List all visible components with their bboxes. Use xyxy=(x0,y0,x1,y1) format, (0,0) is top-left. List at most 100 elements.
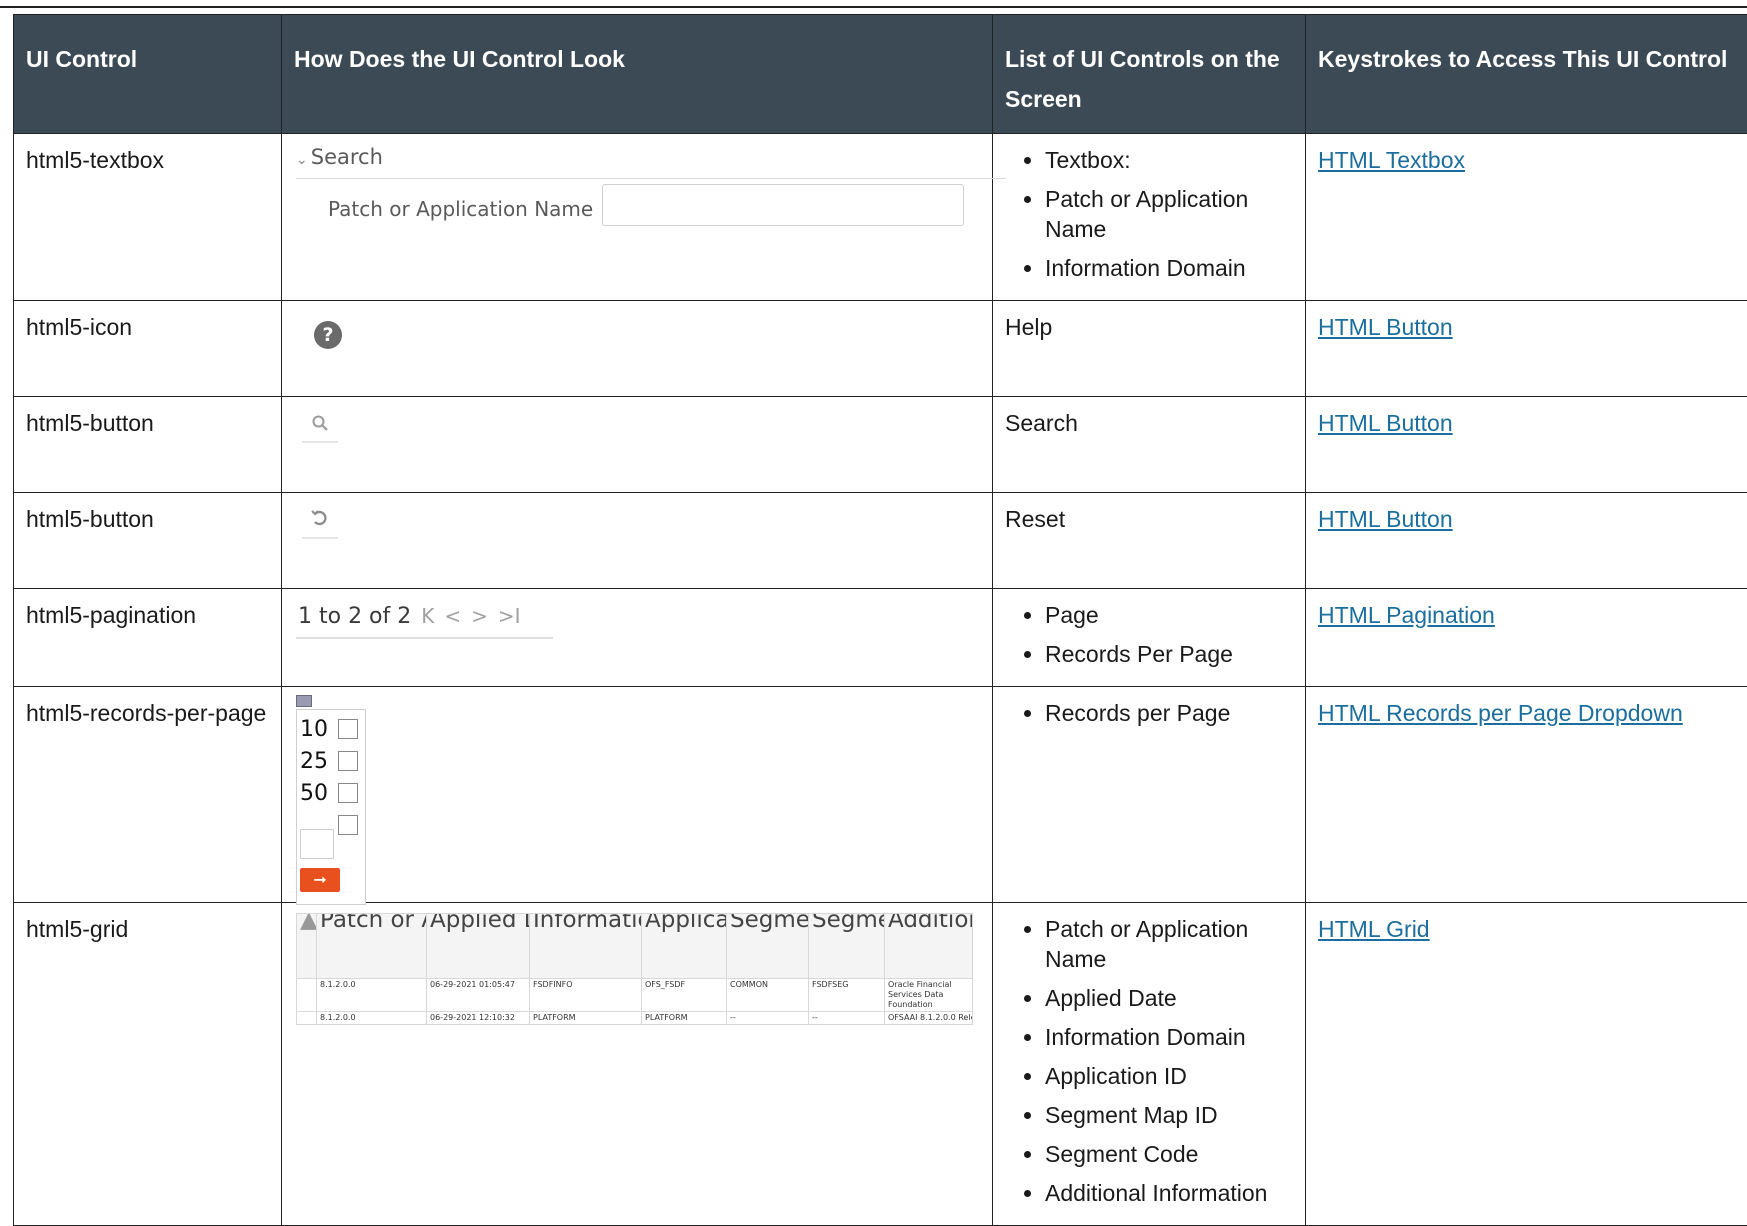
sort-icon: ▲ xyxy=(297,914,317,979)
grid-header-row: ▲ Patch or Application Name Applied Date… xyxy=(297,914,973,979)
grid-row-selector xyxy=(297,979,317,1012)
control-name: html5-grid xyxy=(14,903,282,1226)
grid-column-header: Information Domain xyxy=(530,914,642,979)
list-item: Information Domain xyxy=(1045,253,1293,283)
keystrokes-link[interactable]: HTML Button xyxy=(1318,506,1453,532)
grid-cell: Oracle Financial Services Data Foundatio… xyxy=(885,979,973,1012)
keystrokes-cell: HTML Button xyxy=(1306,397,1747,493)
prev-page-icon: < xyxy=(444,604,461,628)
keystrokes-cell: HTML Pagination xyxy=(1306,589,1747,687)
keystrokes-link[interactable]: HTML Button xyxy=(1318,410,1453,436)
control-name: html5-button xyxy=(14,397,282,493)
keystrokes-cell: HTML Textbox xyxy=(1306,134,1747,301)
grid-column-header: Application ID xyxy=(642,914,727,979)
search-icon xyxy=(302,411,338,443)
control-name: html5-pagination xyxy=(14,589,282,687)
list-item: Segment Code xyxy=(1045,1139,1293,1169)
option-checkbox xyxy=(338,815,358,835)
grid-cell: -- xyxy=(727,1012,809,1025)
option-label: 50 xyxy=(300,779,328,809)
grid-cell: 8.1.2.0.0 xyxy=(317,1012,427,1025)
pagination-bar: 1 to 2 of 2 K < > >I xyxy=(298,601,521,632)
list-item: Application ID xyxy=(1045,1061,1293,1091)
list-item: Patch or Application Name xyxy=(1045,914,1293,974)
table-row: html5-button Reset HTML Button xyxy=(14,493,1747,589)
grid-cell: PLATFORM xyxy=(642,1012,727,1025)
option-checkbox xyxy=(338,783,358,803)
table-row: html5-textbox ⌄Search Patch or Applicati… xyxy=(14,134,1747,301)
table-row: html5-icon ? Help HTML Button xyxy=(14,301,1747,397)
grid-cell: OFSAAI 8.1.2.0.0 Release xyxy=(885,1012,973,1025)
table-row: html5-button Search HTML Button xyxy=(14,397,1747,493)
top-rule xyxy=(0,6,1747,8)
header-look: How Does the UI Control Look xyxy=(282,15,993,134)
grid-cell: FSDFSEG xyxy=(809,979,885,1012)
grid-cell: COMMON xyxy=(727,979,809,1012)
look-cell: 10 25 50 ➞ xyxy=(282,687,993,903)
header-keystrokes: Keystrokes to Access This UI Control xyxy=(1306,15,1747,134)
control-name: html5-records-per-page xyxy=(14,687,282,903)
divider xyxy=(296,178,1006,179)
table-row: html5-pagination 1 to 2 of 2 K < > >I Page R… xyxy=(14,589,1747,687)
control-name: html5-textbox xyxy=(14,134,282,301)
grid-column-header: Applied Date xyxy=(427,914,530,979)
list-item: Page xyxy=(1045,600,1293,630)
list-item: Records per Page xyxy=(1045,698,1293,728)
keystrokes-link[interactable]: HTML Grid xyxy=(1318,916,1430,942)
list-item: Additional Information xyxy=(1045,1178,1293,1208)
look-cell: 1 to 2 of 2 K < > >I xyxy=(282,589,993,687)
dropdown-toggle-icon xyxy=(296,695,312,707)
look-cell: ? xyxy=(282,301,993,397)
grid-row: 8.1.2.0.0 06-29-2021 12:10:32 PLATFORM P… xyxy=(297,1012,973,1025)
header-ui-control: UI Control xyxy=(14,15,282,134)
grid-cell: -- xyxy=(809,1012,885,1025)
first-page-icon: K xyxy=(421,604,434,628)
help-icon: ? xyxy=(314,321,342,349)
controls-list-cell: Page Records Per Page xyxy=(993,589,1306,687)
keystrokes-cell: HTML Records per Page Dropdown xyxy=(1306,687,1747,903)
controls-list-cell: Textbox: Patch or Application Name Infor… xyxy=(993,134,1306,301)
header-row: UI Control How Does the UI Control Look … xyxy=(14,15,1747,134)
option-checkbox xyxy=(338,751,358,771)
grid-cell: 06-29-2021 01:05:47 xyxy=(427,979,530,1012)
last-page-icon: >I xyxy=(498,604,521,628)
option-checkbox xyxy=(338,719,358,739)
keystrokes-link[interactable]: HTML Records per Page Dropdown xyxy=(1318,700,1683,726)
grid-column-header: Additional Information xyxy=(885,914,973,979)
grid-cell: OFS_FSDF xyxy=(642,979,727,1012)
grid-column-header: Segment Map ID xyxy=(727,914,809,979)
keystrokes-cell: HTML Button xyxy=(1306,301,1747,397)
option-label: 25 xyxy=(300,747,328,777)
divider xyxy=(296,637,553,639)
controls-list-cell: Help xyxy=(993,301,1306,397)
next-page-icon: > xyxy=(471,604,488,628)
keystrokes-link[interactable]: HTML Textbox xyxy=(1318,147,1465,173)
grid-row: 8.1.2.0.0 06-29-2021 01:05:47 FSDFINFO O… xyxy=(297,979,973,1012)
control-name: html5-button xyxy=(14,493,282,589)
control-name: html5-icon xyxy=(14,301,282,397)
search-section-header: ⌄Search xyxy=(296,142,383,175)
list-item: Information Domain xyxy=(1045,1022,1293,1052)
controls-list-cell: Reset xyxy=(993,493,1306,589)
go-arrow-icon: ➞ xyxy=(300,868,340,892)
look-cell xyxy=(282,397,993,493)
keystrokes-cell: HTML Grid xyxy=(1306,903,1747,1226)
field-label: Patch or Application Name xyxy=(328,194,593,224)
controls-list-cell: Search xyxy=(993,397,1306,493)
list-item: Records Per Page xyxy=(1045,639,1293,669)
grid-cell: FSDFINFO xyxy=(530,979,642,1012)
list-item: Patch or Application Name xyxy=(1045,184,1293,244)
list-item: Textbox: xyxy=(1045,145,1293,175)
controls-list-cell: Records per Page xyxy=(993,687,1306,903)
option-label: 10 xyxy=(300,715,328,745)
list-item: Segment Map ID xyxy=(1045,1100,1293,1130)
chevron-down-icon: ⌄ xyxy=(296,152,308,168)
sample-grid: ▲ Patch or Application Name Applied Date… xyxy=(296,913,973,1025)
grid-column-header: Patch or Application Name xyxy=(317,914,427,979)
grid-cell: 8.1.2.0.0 xyxy=(317,979,427,1012)
list-item: Applied Date xyxy=(1045,983,1293,1013)
pagination-summary: 1 to 2 of 2 xyxy=(298,604,411,629)
keystrokes-link[interactable]: HTML Button xyxy=(1318,314,1453,340)
keystrokes-link[interactable]: HTML Pagination xyxy=(1318,602,1495,628)
header-list: List of UI Controls on the Screen xyxy=(993,15,1306,134)
